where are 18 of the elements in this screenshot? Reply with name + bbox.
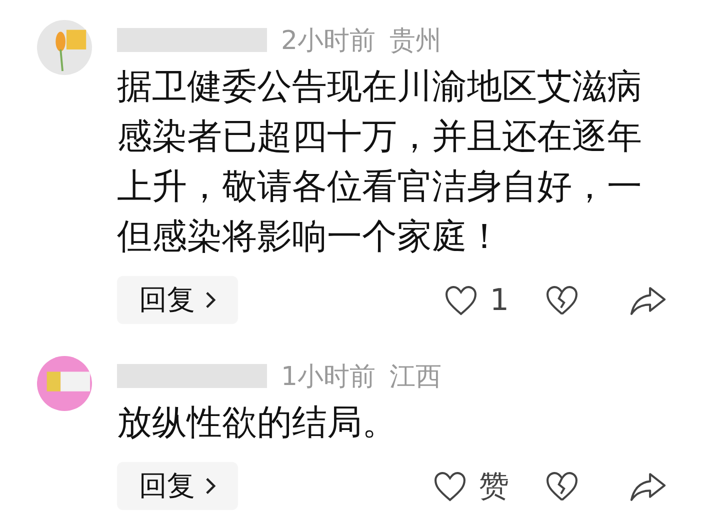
reply-button[interactable]: 回复 <box>117 462 238 510</box>
chevron-icon <box>205 291 216 309</box>
like-count: 赞 <box>479 468 509 506</box>
chevron-icon <box>205 477 216 495</box>
broken-heart-icon[interactable] <box>545 470 579 502</box>
heart-icon[interactable] <box>433 470 467 502</box>
share-icon[interactable] <box>629 470 667 502</box>
comment-text: 据卫健委公告现在川渝地区艾滋病感染者已超四十万，并且还在逐年上升，敬请各位看官洁身自好，一但感染将影响一个家庭！ <box>117 66 643 259</box>
share-icon[interactable] <box>629 284 667 316</box>
broken-heart-icon[interactable] <box>545 284 579 316</box>
comment-time: 2小时前 <box>281 24 376 58</box>
comment-location: 贵州 <box>390 24 442 58</box>
reply-button[interactable]: 回复 <box>117 276 238 324</box>
comment-text: 放纵性欲的结局。 <box>117 402 398 445</box>
heart-icon[interactable] <box>444 284 478 316</box>
comment-time: 1小时前 <box>281 360 376 394</box>
comment-location: 江西 <box>390 360 442 394</box>
like-count: 1 <box>490 282 509 318</box>
